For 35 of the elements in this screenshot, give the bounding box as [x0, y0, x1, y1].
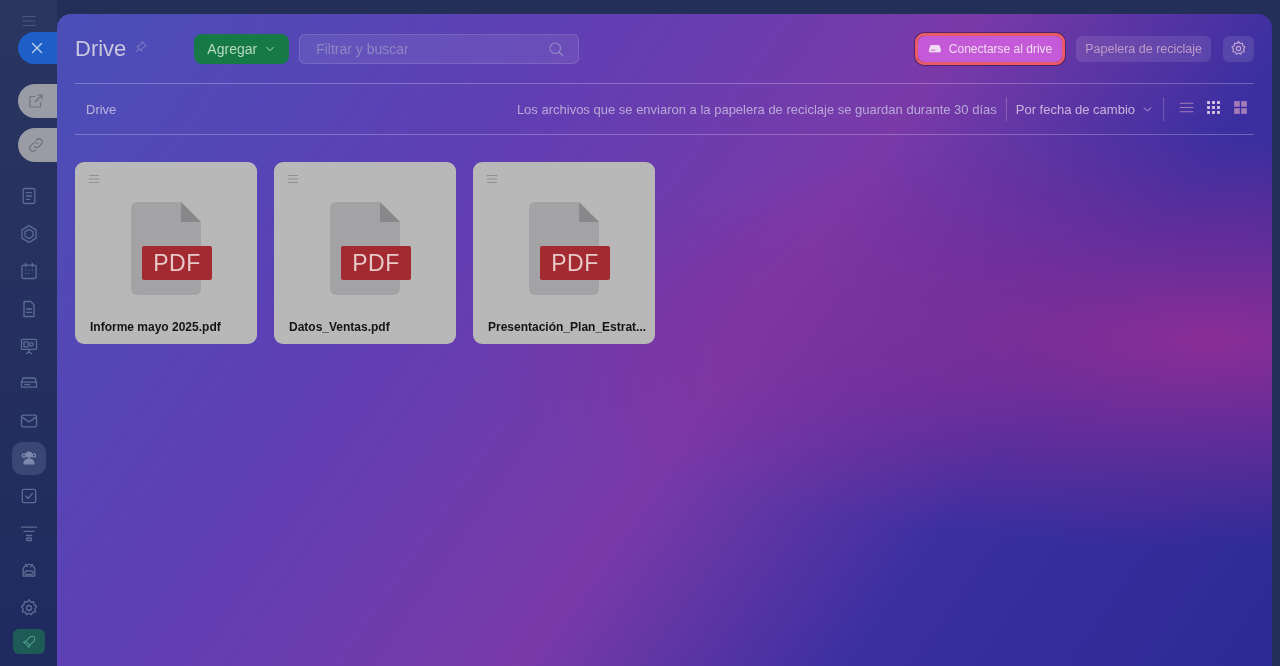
open-external-button[interactable] [18, 84, 57, 118]
sidebar-item[interactable] [11, 442, 46, 475]
file-name: Informe mayo 2025.pdf [89, 320, 221, 334]
retention-notice: Los archivos que se enviaron a la papelera de reciclaje se guardan durante 30 días [516, 101, 997, 117]
pin-icon [134, 39, 149, 54]
link-button[interactable] [18, 128, 57, 162]
file-type-badge: PDF [540, 246, 610, 280]
external-link-icon [27, 92, 45, 110]
file-card[interactable]: PDF Datos_Ventas.pdf [274, 162, 456, 344]
calendar-icon [18, 261, 39, 282]
connect-drive-button[interactable]: Conectarse al drive [917, 35, 1063, 62]
small-grid-icon [1205, 99, 1222, 116]
file-card[interactable]: PDF Informe mayo 2025.pdf [75, 162, 257, 344]
menu-icon [485, 172, 499, 186]
link-icon [27, 136, 45, 154]
rocket-button[interactable] [12, 629, 45, 655]
sort-dropdown[interactable]: Por fecha de cambio [1015, 101, 1154, 117]
search-icon [547, 39, 566, 58]
large-grid-icon [1232, 99, 1249, 116]
file-type-badge: PDF [142, 246, 212, 280]
rocket-icon [20, 633, 37, 650]
page-title: Drive [75, 35, 127, 62]
hexagon-icon [18, 223, 39, 244]
settings-icon [1230, 40, 1247, 57]
file-name: Datos_Ventas.pdf [288, 320, 390, 334]
close-button[interactable] [18, 32, 57, 64]
settings-button[interactable] [1223, 35, 1254, 62]
file-name: Presentación_Plan_Estrat... [487, 320, 647, 334]
breadcrumb-link[interactable]: Drive [86, 101, 117, 117]
file-type-badge: PDF [341, 246, 411, 280]
file-card[interactable]: PDF Presentación_Plan_Estrat... [473, 162, 655, 344]
add-button[interactable]: Agregar [194, 33, 290, 64]
menu-icon [286, 172, 300, 186]
menu-icon [87, 172, 101, 186]
recycle-bin-button[interactable]: Papelera de reciclaje [1076, 35, 1211, 62]
